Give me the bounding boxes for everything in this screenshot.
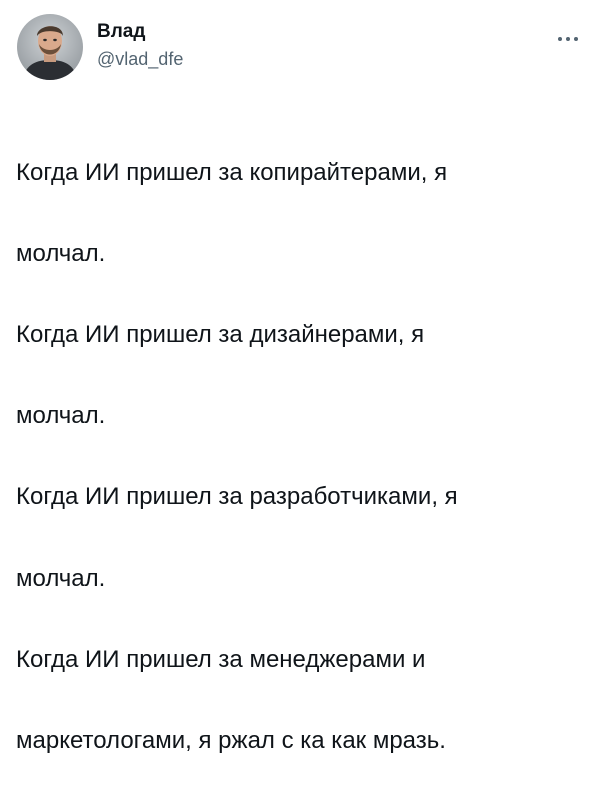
- tweet-text-line: Когда ИИ пришел за дизайнерами, я: [16, 320, 425, 348]
- author-handle[interactable]: @vlad_dfe: [97, 46, 183, 72]
- more-dot: [574, 37, 578, 41]
- display-name[interactable]: Влад: [97, 20, 183, 44]
- tweet-header: Влад @vlad_dfe: [16, 14, 586, 84]
- tweet-text-line: молчал.: [16, 564, 106, 592]
- more-dot: [558, 37, 562, 41]
- avatar[interactable]: [17, 14, 83, 80]
- avatar-photo-icon: [17, 14, 83, 80]
- tweet-text-line: маркетологами, я ржал с ка как мразь.: [16, 726, 446, 754]
- tweet-text-line: Когда ИИ пришел за разработчиками, я: [16, 483, 458, 511]
- more-horizontal-icon[interactable]: [554, 30, 582, 46]
- more-dot: [566, 37, 570, 41]
- author-names: Влад @vlad_dfe: [97, 20, 183, 72]
- tweet-text-line: Когда ИИ пришел за менеджерами и: [16, 645, 426, 673]
- tweet[interactable]: Влад @vlad_dfe Когда ИИ пришел за копира…: [0, 0, 600, 754]
- tweet-text-line: молчал.: [16, 402, 106, 430]
- tweet-text: Когда ИИ пришел за копирайтерами, я молч…: [16, 112, 586, 802]
- tweet-text-line: Когда ИИ пришел за копирайтерами, я: [16, 158, 448, 186]
- tweet-text-line: молчал.: [16, 239, 106, 267]
